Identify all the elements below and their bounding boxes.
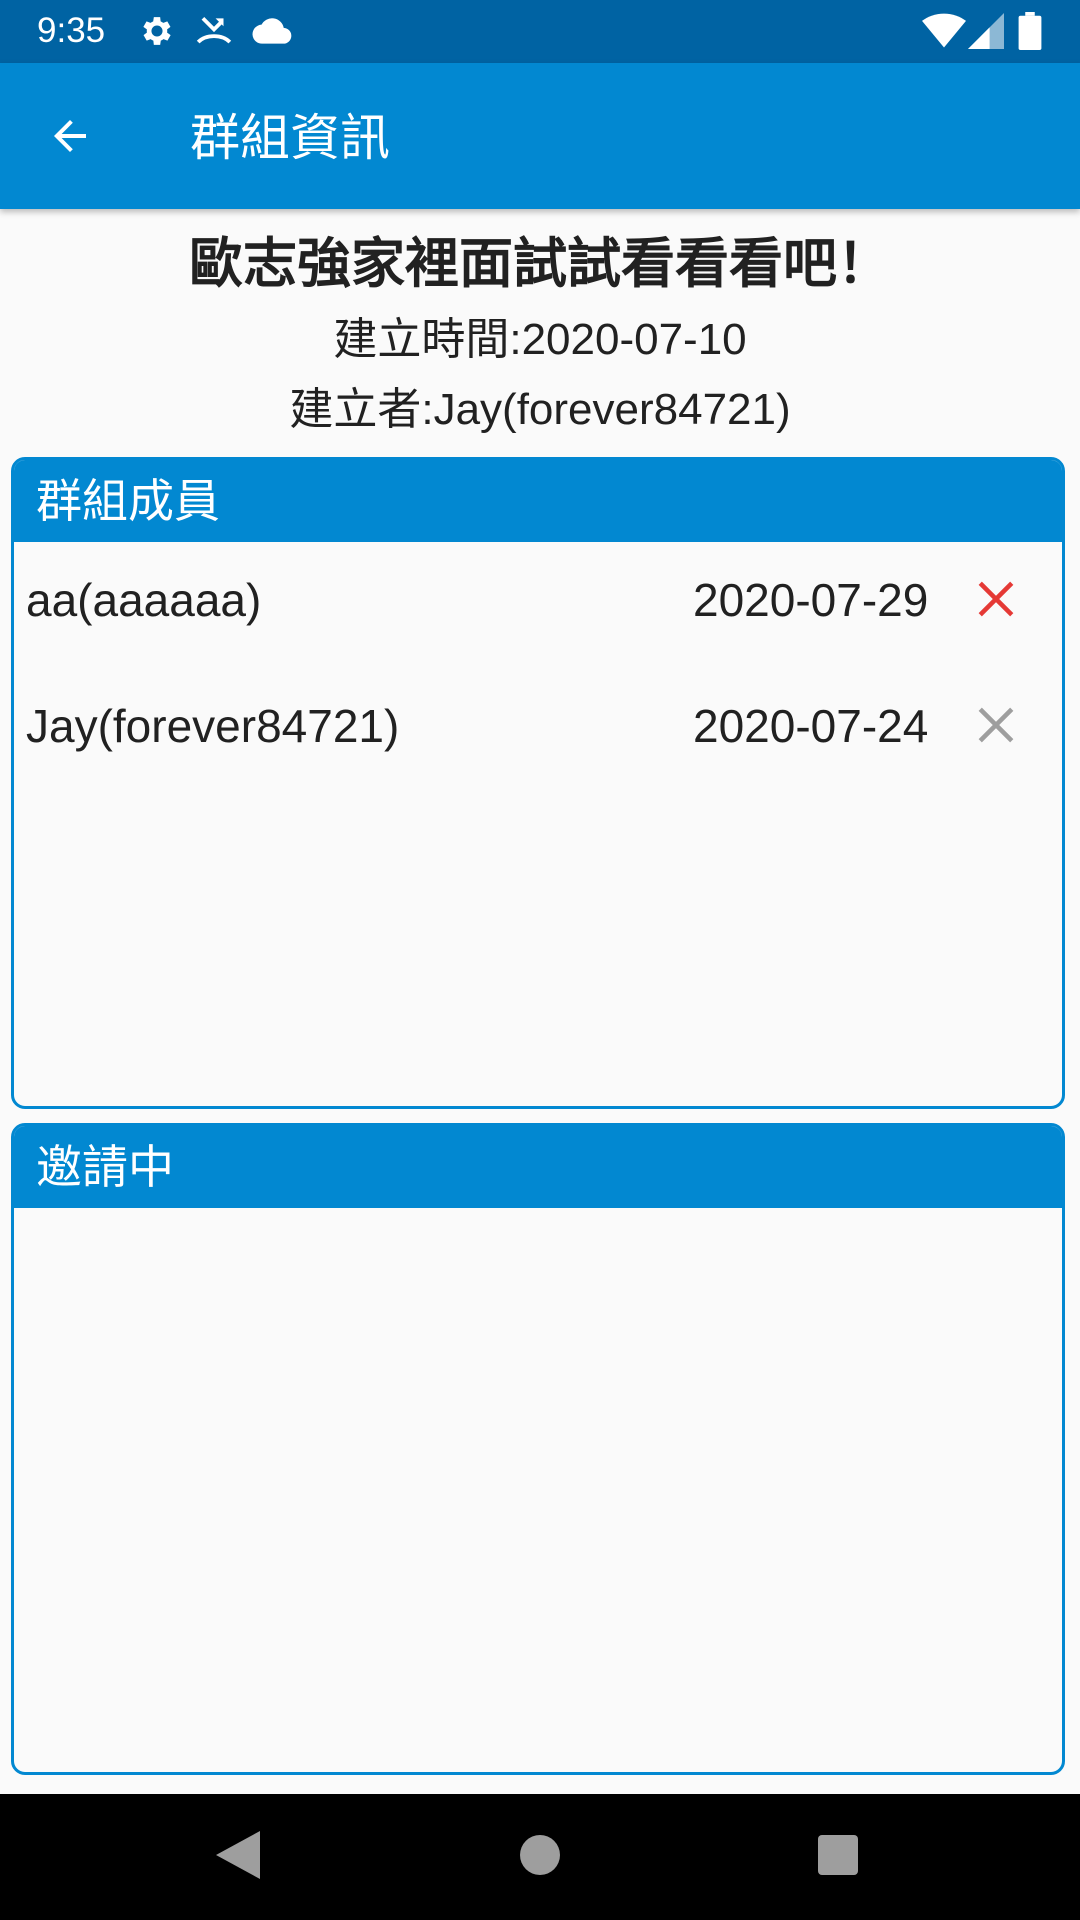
wifi-icon <box>922 12 966 54</box>
cloud-icon <box>252 12 292 54</box>
navigation-bar <box>0 1794 1080 1920</box>
invites-panel-title: 邀請中 <box>14 1126 1062 1208</box>
battery-icon <box>1018 12 1042 54</box>
app-bar: 群組資訊 <box>0 63 1080 209</box>
nav-recents-button[interactable] <box>808 1827 868 1887</box>
member-name: Jay(forever84721) <box>26 700 400 752</box>
member-join-date: 2020-07-29 <box>693 574 929 626</box>
signal-icon <box>968 12 1004 54</box>
member-name: aa(aaaaaa) <box>26 574 262 626</box>
close-icon <box>975 578 1017 625</box>
arrow-back-icon <box>46 112 94 164</box>
created-time: 建立時間:2020-07-10 <box>333 315 747 364</box>
nav-home-button[interactable] <box>510 1827 570 1887</box>
member-row: aa(aaaaaa) 2020-07-29 <box>14 542 1062 668</box>
status-bar: 9:35 <box>0 0 1080 63</box>
back-button[interactable] <box>30 98 110 178</box>
page-title: 群組資訊 <box>190 109 390 167</box>
members-panel-title: 群組成員 <box>14 460 1062 542</box>
settings-icon <box>138 12 176 54</box>
call-missed-icon <box>194 12 234 54</box>
remove-member-button[interactable] <box>971 702 1021 752</box>
member-row: Jay(forever84721) 2020-07-24 <box>14 668 1062 794</box>
member-join-date: 2020-07-24 <box>693 700 929 752</box>
nav-back-button[interactable] <box>208 1827 268 1887</box>
members-panel: 群組成員 aa(aaaaaa) 2020-07-29 Jay(forever84… <box>11 457 1065 1109</box>
back-triangle-icon <box>216 1831 260 1883</box>
status-time: 9:35 <box>37 11 106 50</box>
recents-square-icon <box>818 1835 858 1879</box>
close-icon <box>975 704 1017 751</box>
group-name: 歐志強家裡面試試看看看吧！ <box>189 232 891 295</box>
home-circle-icon <box>520 1835 560 1879</box>
remove-member-button[interactable] <box>971 576 1021 626</box>
invites-panel: 邀請中 <box>11 1123 1065 1775</box>
creator: 建立者:Jay(forever84721) <box>289 385 791 434</box>
